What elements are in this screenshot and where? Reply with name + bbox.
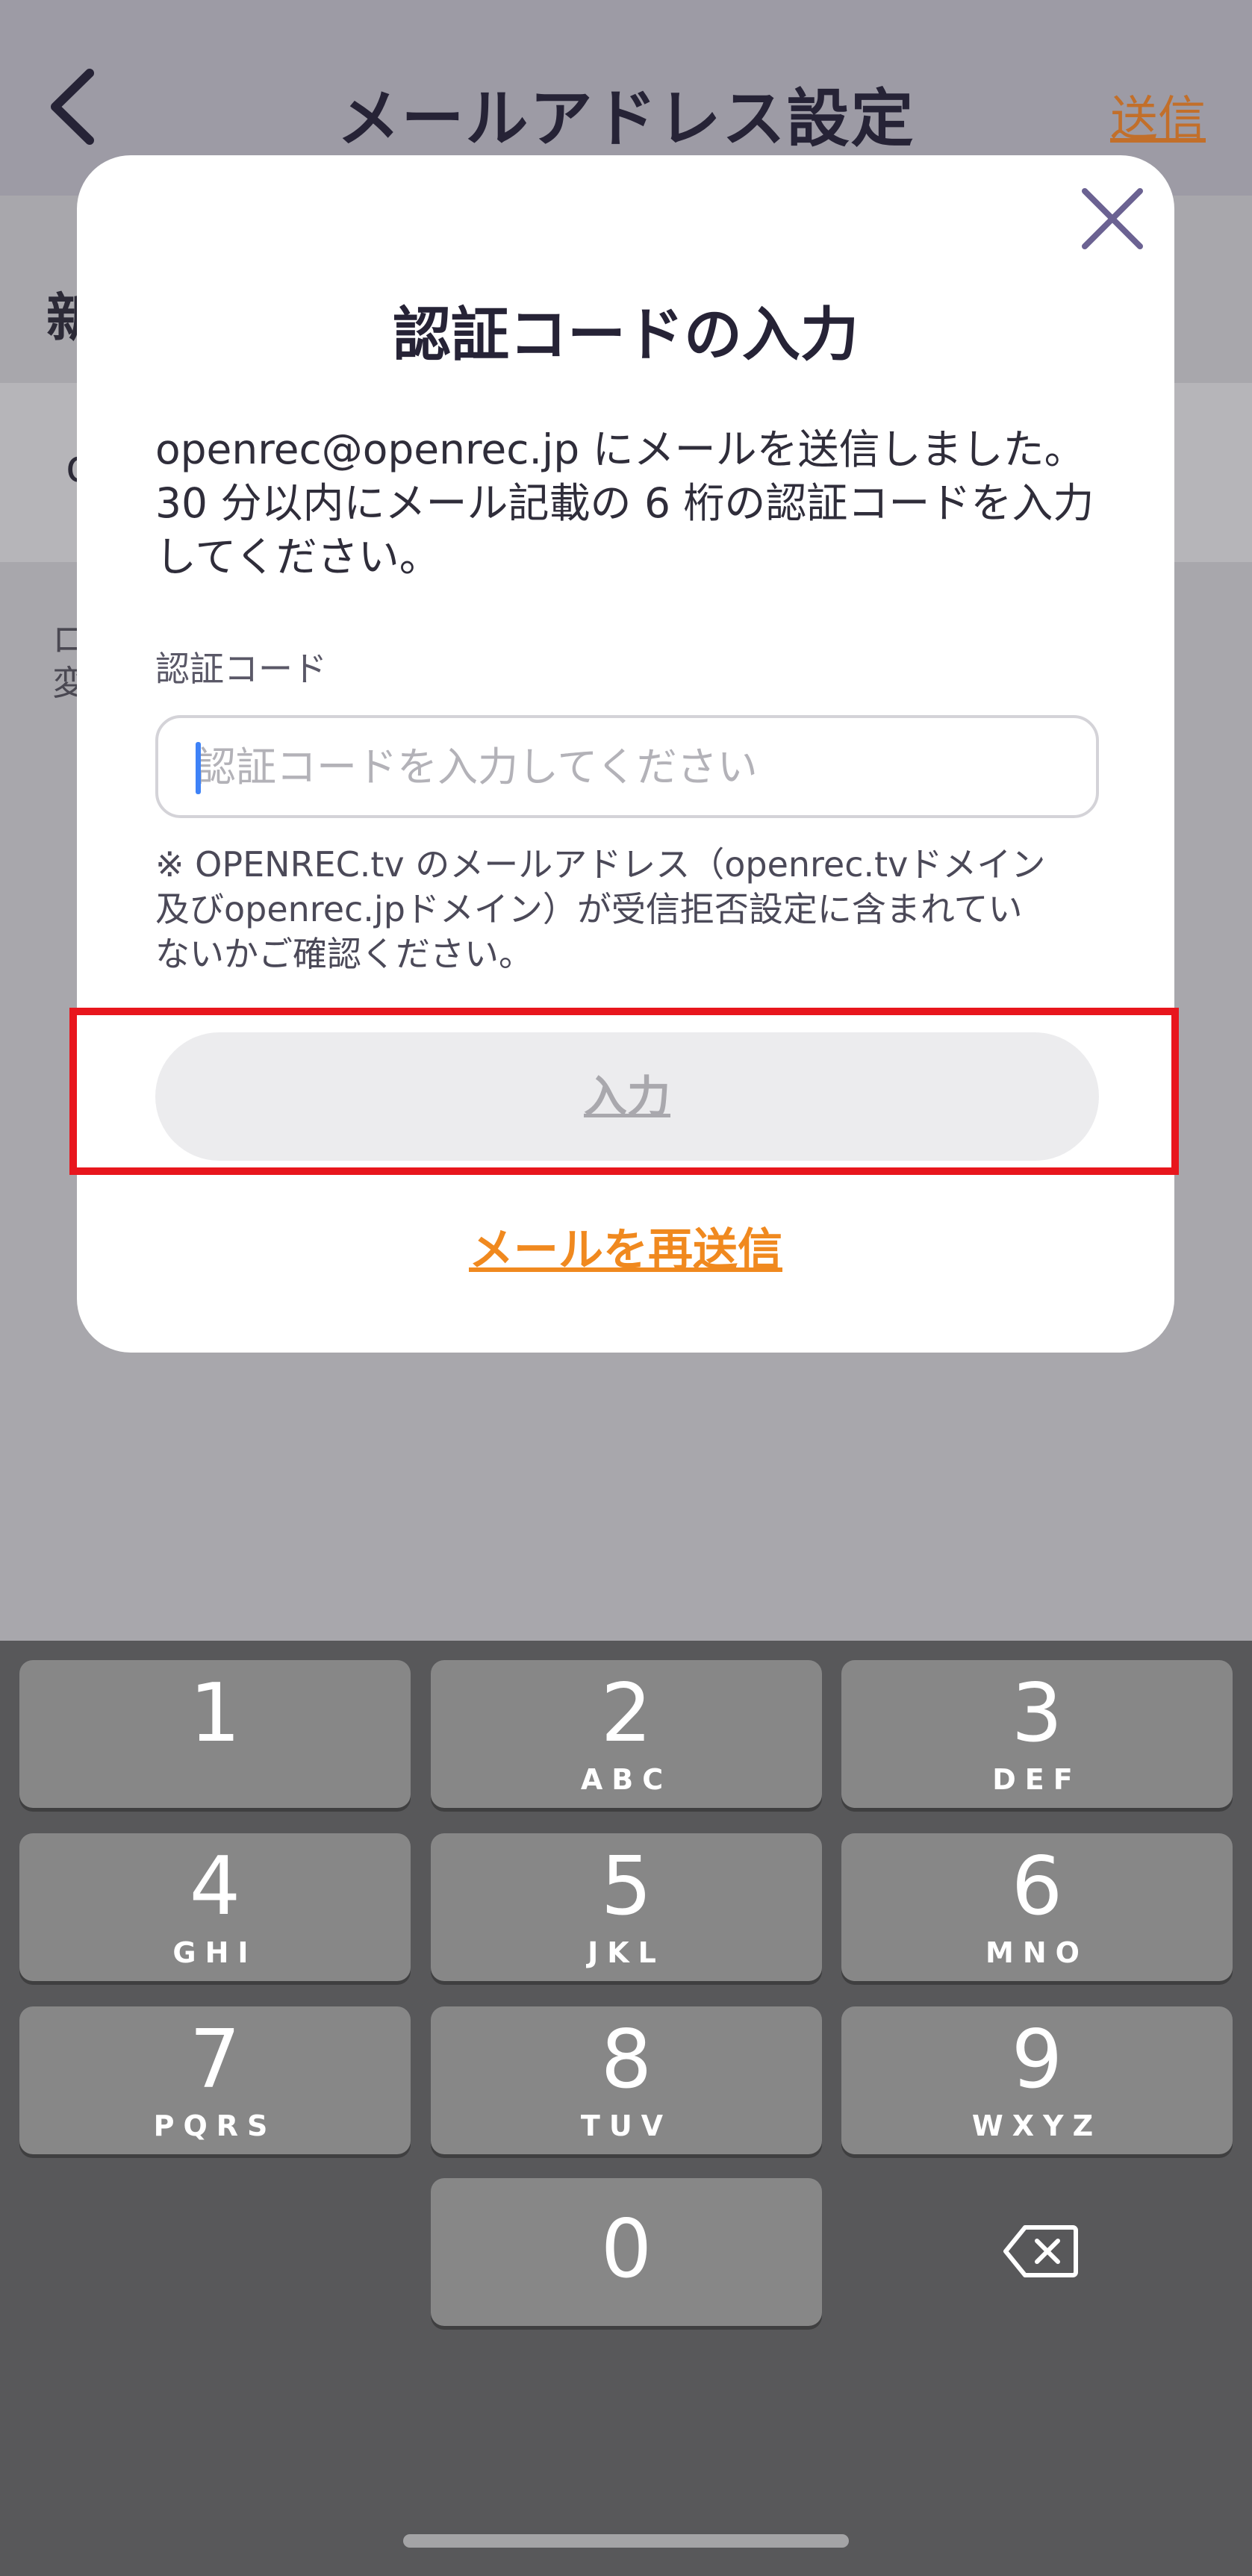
key-6[interactable]: 6 MNO — [841, 1833, 1233, 1981]
send-link[interactable]: 送信 — [1110, 81, 1206, 149]
highlight-box — [69, 1008, 1179, 1175]
home-indicator[interactable] — [403, 2534, 849, 2548]
backspace-icon — [1003, 2225, 1078, 2277]
key-8[interactable]: 8 TUV — [431, 2006, 822, 2154]
spam-filter-note: ※ OPENREC.tv のメールアドレス（openrec.tvドメイン 及びo… — [155, 844, 1046, 974]
verification-modal: 認証コードの入力 openrec@openrec.jp にメールを送信しました。… — [69, 155, 1179, 1353]
key-0[interactable]: 0 — [431, 2178, 822, 2326]
resend-email-link[interactable]: メールを再送信 — [77, 1214, 1174, 1279]
key-4[interactable]: 4 GHI — [19, 1833, 411, 1981]
page-title: メールアドレス設定 — [337, 82, 915, 155]
modal-description: openrec@openrec.jp にメールを送信しました。 30 分以内にメ… — [155, 425, 1094, 581]
text-caret — [196, 742, 201, 794]
code-input-wrapper[interactable] — [155, 715, 1099, 818]
delete-key[interactable] — [841, 2178, 1233, 2326]
key-5[interactable]: 5 JKL — [431, 1833, 822, 1981]
numeric-keyboard: 1 2 ABC 3 DEF 4 GHI 5 JKL 6 MNO 7 PQRS 8… — [0, 1641, 1252, 2576]
verification-code-input[interactable] — [158, 718, 1096, 815]
close-icon[interactable] — [1079, 185, 1146, 252]
code-label: 認証コード — [155, 649, 327, 689]
key-7[interactable]: 7 PQRS — [19, 2006, 411, 2154]
key-2[interactable]: 2 ABC — [431, 1660, 822, 1808]
key-3[interactable]: 3 DEF — [841, 1660, 1233, 1808]
key-1[interactable]: 1 — [19, 1660, 411, 1808]
key-9[interactable]: 9 WXYZ — [841, 2006, 1233, 2154]
modal-title: 認証コードの入力 — [392, 302, 859, 369]
